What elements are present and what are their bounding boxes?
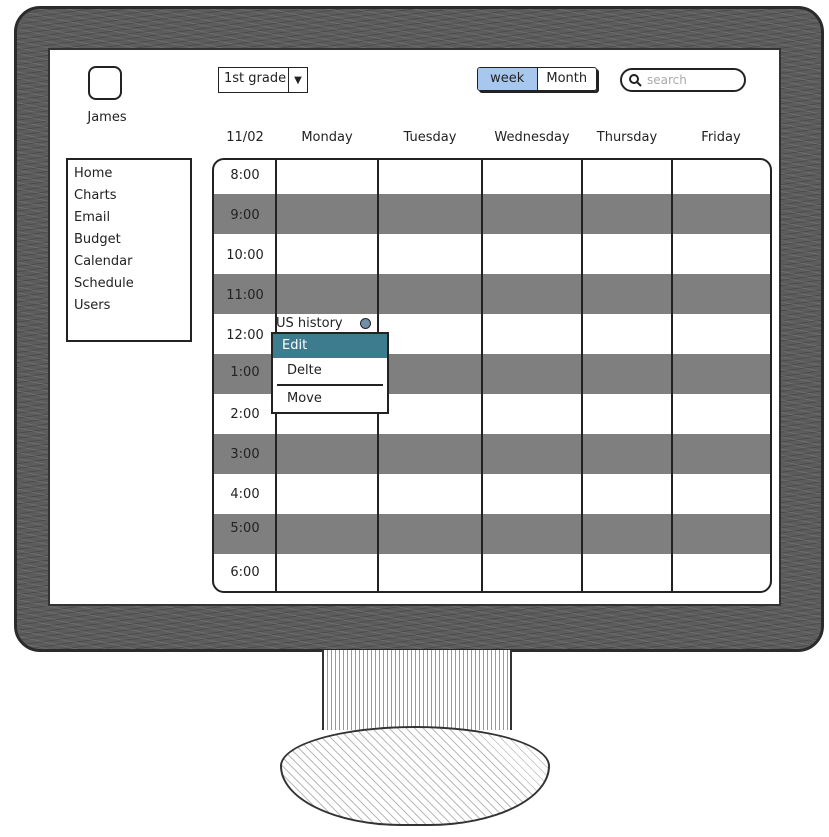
monitor-screen: James 1st grade ▼ week Month Home Charts… xyxy=(48,48,781,606)
day-header-friday: Friday xyxy=(701,130,741,145)
time-label: 9:00 xyxy=(230,208,260,223)
view-toggle: week Month xyxy=(477,67,597,91)
time-label: 8:00 xyxy=(230,168,260,183)
nav-item-charts[interactable]: Charts xyxy=(74,185,184,207)
time-label: 11:00 xyxy=(226,288,264,303)
search-input[interactable] xyxy=(645,72,739,88)
nav-item-users[interactable]: Users xyxy=(74,295,184,317)
month-view-button[interactable]: Month xyxy=(538,68,597,90)
nav-item-calendar[interactable]: Calendar xyxy=(74,251,184,273)
menu-item-move[interactable]: Move xyxy=(273,386,387,412)
column-divider xyxy=(481,160,483,591)
time-label: 2:00 xyxy=(230,407,260,422)
calendar-row-band xyxy=(214,274,770,314)
day-header-monday: Monday xyxy=(301,130,353,145)
grade-select-value: 1st grade xyxy=(224,71,287,86)
menu-item-delete[interactable]: Delte xyxy=(273,358,387,384)
time-label: 1:00 xyxy=(230,365,260,380)
day-header-wednesday: Wednesday xyxy=(494,130,570,145)
column-divider xyxy=(581,160,583,591)
calendar-row-band xyxy=(214,194,770,234)
sidebar-nav: Home Charts Email Budget Calendar Schedu… xyxy=(66,158,192,342)
event-title: US history xyxy=(276,316,343,331)
chevron-down-icon[interactable]: ▼ xyxy=(288,68,307,92)
time-label: 3:00 xyxy=(230,447,260,462)
calendar-row-band xyxy=(214,514,770,554)
time-label: 12:00 xyxy=(226,328,264,343)
nav-item-schedule[interactable]: Schedule xyxy=(74,273,184,295)
event-context-menu: Edit Delte Move xyxy=(271,332,389,414)
day-header-thursday: Thursday xyxy=(596,130,658,145)
user-name: James xyxy=(87,110,127,125)
column-divider xyxy=(671,160,673,591)
search-icon xyxy=(629,74,642,87)
time-label: 6:00 xyxy=(230,565,260,580)
user-avatar[interactable] xyxy=(88,66,122,100)
nav-item-home[interactable]: Home xyxy=(74,163,184,185)
search-box xyxy=(620,68,746,92)
monitor-stand-neck xyxy=(322,650,512,730)
menu-item-edit[interactable]: Edit xyxy=(273,334,387,358)
calendar-date: 11/02 xyxy=(226,130,264,145)
nav-item-budget[interactable]: Budget xyxy=(74,229,184,251)
monitor-stand-base xyxy=(280,726,550,826)
grade-select[interactable]: 1st grade ▼ xyxy=(218,67,308,93)
time-label: 5:00 xyxy=(230,521,260,536)
time-label: 10:00 xyxy=(226,248,264,263)
week-view-button[interactable]: week xyxy=(478,68,538,90)
event-status-dot-icon xyxy=(360,318,371,329)
day-header-tuesday: Tuesday xyxy=(403,130,457,145)
time-label: 4:00 xyxy=(230,487,260,502)
calendar-row-band xyxy=(214,434,770,474)
nav-item-email[interactable]: Email xyxy=(74,207,184,229)
